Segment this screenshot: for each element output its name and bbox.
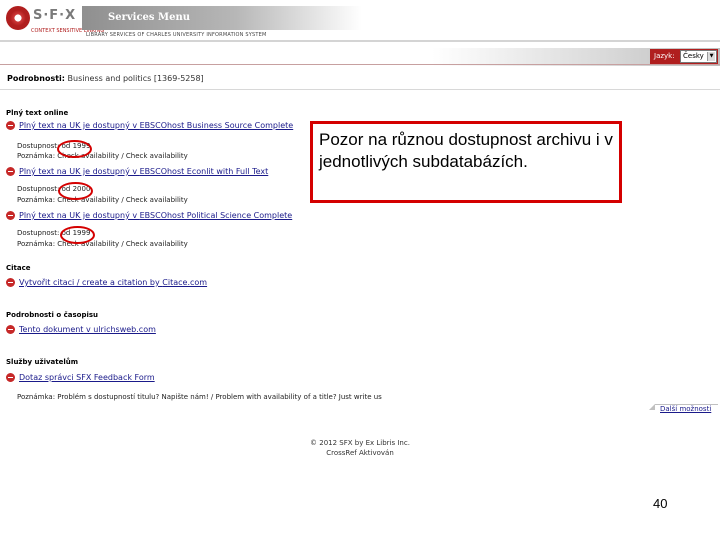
details-line: Podrobnosti: Business and politics [1369… [7, 74, 204, 83]
section-user-services-title: Služby uživatelům [6, 358, 79, 366]
citation-service-link[interactable]: Citace.com [162, 278, 207, 287]
language-select[interactable]: Česky ▼ [680, 50, 717, 63]
user-services-item[interactable]: Dotaz správci SFX Feedback Form [6, 373, 155, 384]
logo-text: S·F·X [33, 8, 77, 23]
language-label: Jazyk: [654, 52, 675, 60]
fulltext-item-2-note: Poznámka: Check availability / Check ava… [17, 196, 188, 204]
fulltext-item-1-prefix[interactable]: Plný text na UK je dostupný v [19, 121, 140, 130]
sfx-logo[interactable]: S·F·X CONTEXT SENSITIVE LINKING [3, 2, 104, 36]
citation-item[interactable]: Vytvořit citaci / create a citation by C… [6, 278, 207, 289]
page-title: Services Menu [108, 12, 190, 23]
fulltext-item-1[interactable]: Plný text na UK je dostupný v EBSCOhost … [6, 121, 293, 132]
fulltext-item-2[interactable]: Plný text na UK je dostupný v EBSCOhost … [6, 167, 268, 178]
slide-number: 40 [653, 496, 668, 511]
journal-item[interactable]: Tento dokument v ulrichsweb.com [6, 325, 156, 336]
header-divider [0, 40, 720, 42]
red-arrow-icon [6, 211, 15, 220]
more-options-link[interactable]: Další možnosti [649, 404, 718, 416]
crossref-text: CrossRef Aktivován [326, 449, 394, 457]
section-citation-title: Citace [6, 264, 31, 272]
journal-link[interactable]: Tento dokument v ulrichsweb.com [19, 325, 156, 334]
highlight-circle [57, 140, 92, 158]
section-journal-title: Podrobnosti o časopisu [6, 311, 99, 319]
warning-callout: Pozor na různou dostupnost archivu i v j… [310, 121, 622, 203]
red-arrow-icon [6, 373, 15, 382]
fulltext-item-3-note: Poznámka: Check availability / Check ava… [17, 240, 188, 248]
fulltext-item-2-link[interactable]: EBSCOhost Econlit with Full Text [140, 167, 269, 176]
section-fulltext-title: Plný text online [6, 109, 69, 117]
citation-link[interactable]: Vytvořit citaci / create a citation by [19, 278, 162, 287]
fulltext-item-1-link[interactable]: EBSCOhost Business Source Complete [140, 121, 294, 130]
fulltext-item-3-prefix[interactable]: Plný text na UK je dostupný v [19, 211, 140, 220]
fulltext-item-3-link[interactable]: EBSCOhost Political Science Complete [140, 211, 293, 220]
chevron-down-icon: ▼ [707, 52, 715, 61]
red-arrow-icon [6, 325, 15, 334]
feedback-link[interactable]: Dotaz správci SFX Feedback Form [19, 373, 155, 382]
fulltext-item-3[interactable]: Plný text na UK je dostupný v EBSCOhost … [6, 211, 292, 222]
details-label: Podrobnosti: [7, 74, 65, 83]
red-arrow-icon [6, 278, 15, 287]
details-divider [0, 89, 720, 90]
details-value: Business and politics [1369-5258] [67, 74, 204, 83]
fulltext-item-1-note: Poznámka: Check availability / Check ava… [17, 152, 188, 160]
highlight-circle [60, 226, 95, 244]
red-arrow-icon [6, 121, 15, 130]
callout-text: Pozor na různou dostupnost archivu i v j… [319, 130, 613, 171]
sfx-logo-icon [6, 6, 30, 30]
red-arrow-icon [6, 167, 15, 176]
page-subtitle: LIBRARY SERVICES OF CHARLES UNIVERSITY I… [86, 32, 267, 38]
header-banner: S·F·X CONTEXT SENSITIVE LINKING Services… [0, 0, 720, 40]
copyright-text: © 2012 SFX by Ex Libris Inc. [310, 439, 410, 447]
language-selected: Česky [683, 52, 704, 60]
highlight-circle [58, 182, 93, 200]
user-services-note: Poznámka: Problém s dostupností titulu? … [17, 393, 382, 401]
footer: © 2012 SFX by Ex Libris Inc. CrossRef Ak… [0, 438, 720, 458]
fulltext-item-2-prefix[interactable]: Plný text na UK je dostupný v [19, 167, 140, 176]
language-bar-divider [0, 64, 720, 65]
